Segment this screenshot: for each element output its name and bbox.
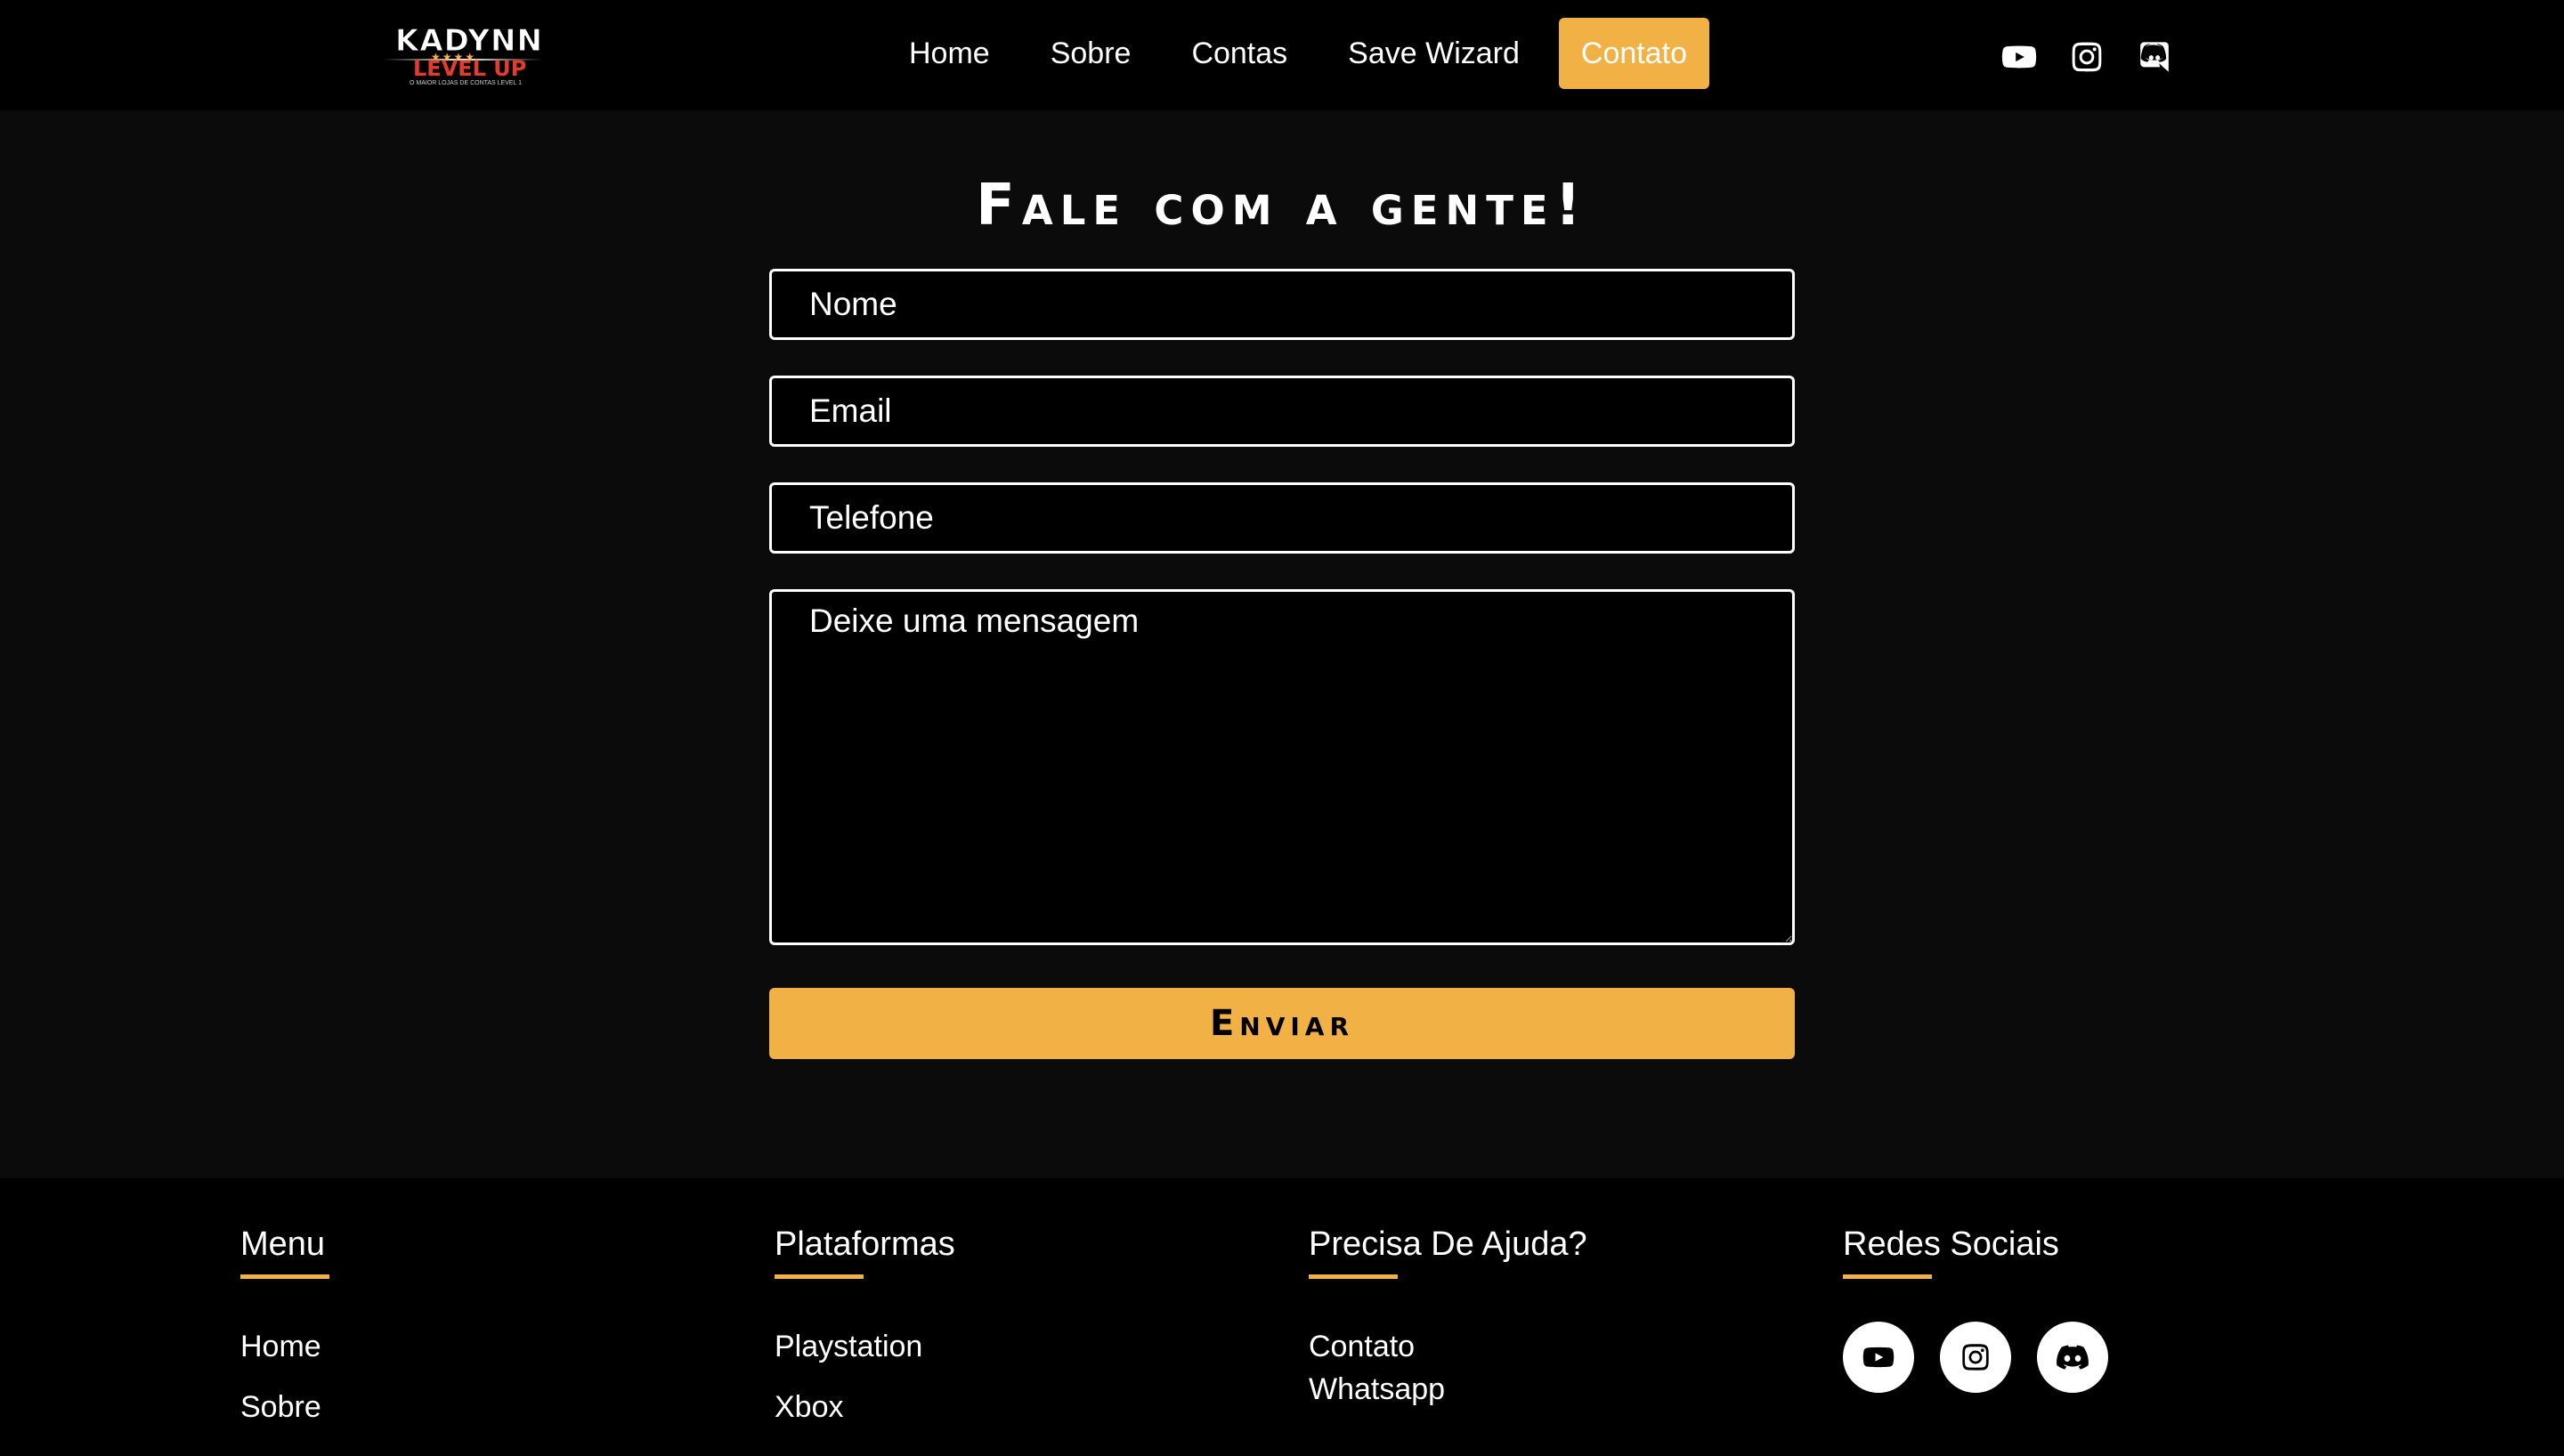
youtube-icon[interactable] bbox=[2001, 39, 2037, 75]
footer-social-column: Redes Sociais bbox=[1843, 1223, 2108, 1393]
nav-link-contato[interactable]: Contato bbox=[1558, 18, 1709, 89]
footer-menu-title: Menu bbox=[240, 1225, 326, 1263]
footer-link-whatsapp[interactable]: Whatsapp bbox=[1309, 1372, 1445, 1406]
nav-link-home[interactable]: Home bbox=[879, 18, 1020, 89]
footer-platforms-column: Plataformas Playstation Xbox bbox=[775, 1223, 955, 1448]
discord-icon[interactable] bbox=[2037, 1322, 2108, 1393]
title-underline bbox=[240, 1274, 329, 1279]
nav-link-sobre[interactable]: Sobre bbox=[1020, 18, 1162, 89]
youtube-icon[interactable] bbox=[1843, 1322, 1914, 1393]
submit-button[interactable]: Enviar bbox=[769, 988, 1795, 1059]
main-menu: Home Sobre Contas Save Wizard Contato bbox=[879, 18, 1709, 89]
title-underline bbox=[775, 1274, 864, 1279]
footer-platforms-title: Plataformas bbox=[775, 1225, 955, 1263]
footer-menu-column: Menu Home Sobre bbox=[240, 1223, 329, 1448]
site-footer: Menu Home Sobre Plataformas Playstation … bbox=[0, 1178, 2564, 1456]
message-textarea[interactable] bbox=[769, 589, 1795, 945]
footer-help-column: Precisa De Ajuda? Contato Whatsapp bbox=[1309, 1223, 1587, 1412]
footer-link-sobre[interactable]: Sobre bbox=[240, 1390, 321, 1424]
logo-tagline: O MAIOR LOJAS DE CONTAS LEVEL 1 bbox=[410, 80, 523, 86]
email-field[interactable] bbox=[769, 376, 1795, 447]
title-underline bbox=[1843, 1274, 1932, 1279]
name-field[interactable] bbox=[769, 269, 1795, 340]
title-underline bbox=[1309, 1274, 1398, 1279]
instagram-icon[interactable] bbox=[1940, 1322, 2011, 1393]
discord-icon[interactable] bbox=[2137, 39, 2172, 75]
footer-link-home[interactable]: Home bbox=[240, 1330, 321, 1363]
footer-link-xbox[interactable]: Xbox bbox=[775, 1390, 844, 1424]
footer-social-title: Redes Sociais bbox=[1843, 1225, 2059, 1263]
instagram-icon[interactable] bbox=[2069, 39, 2105, 75]
footer-link-contato[interactable]: Contato bbox=[1309, 1330, 1415, 1363]
logo-subtitle: LEVEL UP bbox=[413, 56, 527, 81]
footer-social-links bbox=[1843, 1322, 2108, 1393]
nav-social-links bbox=[2001, 39, 2172, 75]
nav-link-contas[interactable]: Contas bbox=[1161, 18, 1318, 89]
brand-logo[interactable]: KADYNN ★★★★ LEVEL UP O MAIOR LOJAS DE CO… bbox=[383, 23, 543, 89]
footer-link-playstation[interactable]: Playstation bbox=[775, 1330, 922, 1363]
nav-link-save-wizard[interactable]: Save Wizard bbox=[1318, 18, 1550, 89]
page-title: Fale com a gente! bbox=[976, 172, 1588, 239]
phone-field[interactable] bbox=[769, 482, 1795, 554]
top-navbar: KADYNN ★★★★ LEVEL UP O MAIOR LOJAS DE CO… bbox=[0, 0, 2564, 110]
footer-help-title: Precisa De Ajuda? bbox=[1309, 1225, 1587, 1263]
